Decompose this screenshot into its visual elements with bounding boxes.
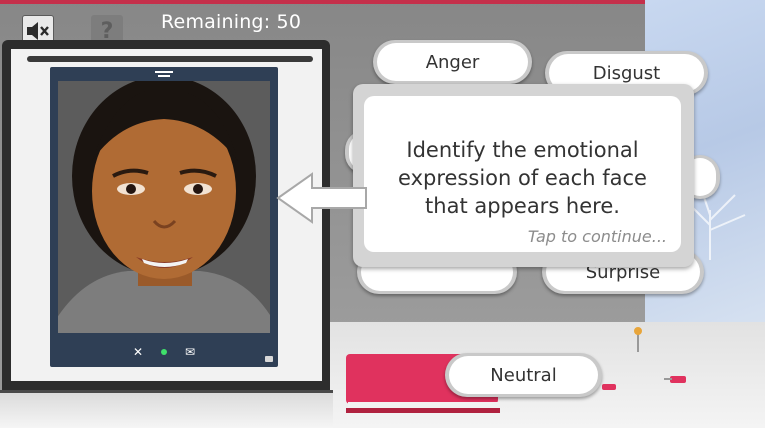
pushpin-decoration	[634, 327, 642, 352]
phone-notch-icon	[155, 71, 173, 77]
monitor-base	[0, 390, 333, 428]
face-portrait	[58, 81, 270, 333]
instruction-text: Identify the emotional expression of eac…	[364, 136, 681, 220]
option-neutral-button[interactable]: Neutral	[445, 353, 602, 397]
instruction-line: that appears here.	[425, 194, 620, 218]
pushpin-decoration	[664, 376, 686, 383]
phone-controls: ✕ ✉	[50, 337, 278, 367]
instruction-line: expression of each face	[398, 166, 647, 190]
phone-corner-icon	[265, 356, 273, 362]
instruction-line: Identify the emotional	[406, 138, 639, 162]
speaker-muted-icon	[27, 22, 49, 40]
close-icon: ✕	[132, 345, 143, 359]
option-anger-button[interactable]: Anger	[373, 40, 532, 84]
mail-icon: ✉	[185, 345, 196, 359]
option-neutral-label: Neutral	[449, 356, 598, 394]
monitor-top-bar	[27, 56, 313, 62]
pushpin-decoration	[602, 384, 616, 390]
instruction-callout[interactable]: Identify the emotional expression of eac…	[353, 84, 694, 267]
tap-to-continue-hint: Tap to continue...	[527, 227, 667, 246]
remaining-counter: Remaining: 50	[161, 11, 302, 33]
status-dot-icon	[161, 349, 167, 355]
instruction-panel: Identify the emotional expression of eac…	[364, 96, 681, 252]
option-anger-label: Anger	[377, 43, 528, 81]
face-photo	[58, 81, 270, 333]
pointer-arrow-icon	[276, 172, 367, 224]
phone-display: ✕ ✉	[50, 67, 278, 367]
